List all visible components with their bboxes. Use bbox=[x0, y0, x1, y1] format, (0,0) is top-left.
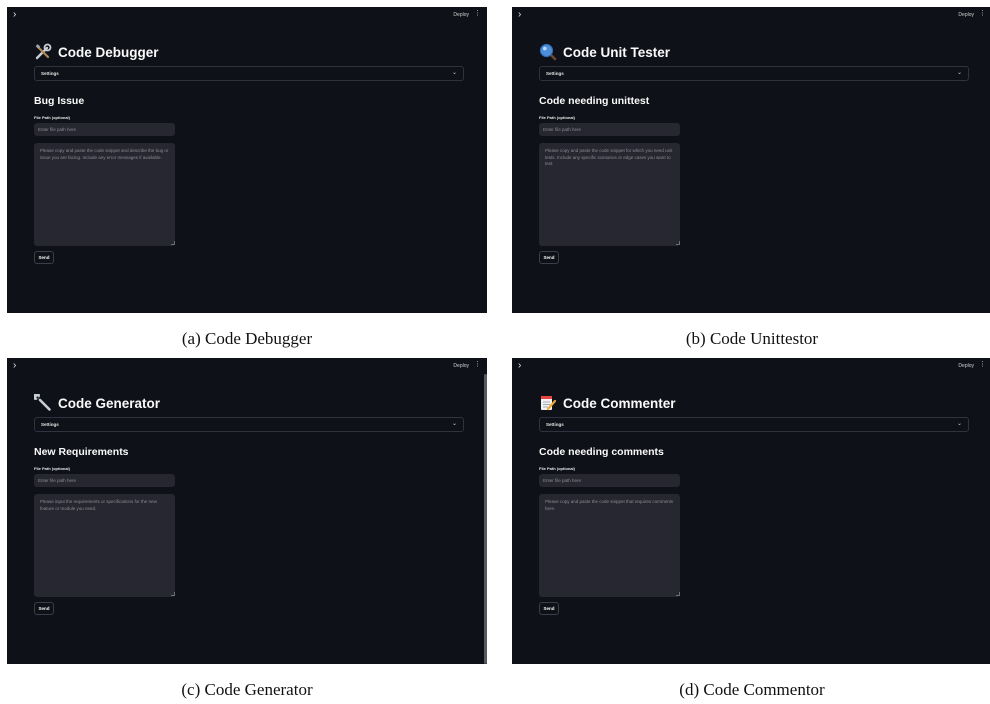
main-menu-icon[interactable]: ⋮ bbox=[474, 361, 481, 369]
page-title: Code Generator bbox=[34, 394, 160, 412]
settings-expander[interactable]: Settings ⌄ bbox=[34, 66, 464, 81]
page-title: Code Commenter bbox=[539, 394, 676, 412]
section-heading: Code needing unittest bbox=[539, 95, 650, 107]
file-path-label: File Path (optional) bbox=[539, 115, 575, 120]
main-menu-icon[interactable]: ⋮ bbox=[979, 10, 986, 18]
resize-handle-icon[interactable] bbox=[171, 241, 175, 245]
tools-icon bbox=[35, 43, 52, 60]
file-path-input[interactable] bbox=[34, 474, 175, 487]
sidebar-toggle-chevron-icon[interactable]: › bbox=[13, 9, 16, 21]
sidebar-toggle-chevron-icon[interactable]: › bbox=[518, 360, 521, 372]
sidebar-toggle-chevron-icon[interactable]: › bbox=[13, 360, 16, 372]
resize-handle-icon[interactable] bbox=[676, 592, 680, 596]
settings-label: Settings bbox=[546, 71, 564, 76]
app-panel-code-generator: › Deploy ⋮ Code Generator Settings ⌄ New… bbox=[7, 358, 487, 664]
page-title-text: Code Commenter bbox=[563, 395, 676, 411]
figure-caption: (c) Code Generator bbox=[181, 680, 313, 699]
send-button[interactable]: Send bbox=[539, 602, 559, 615]
page-title: Code Unit Tester bbox=[539, 43, 670, 61]
section-heading: Bug Issue bbox=[34, 95, 85, 107]
settings-label: Settings bbox=[41, 422, 59, 427]
page-title: Code Debugger bbox=[34, 43, 159, 61]
main-menu-icon[interactable]: ⋮ bbox=[979, 361, 986, 369]
settings-label: Settings bbox=[546, 422, 564, 427]
page-title-text: Code Unit Tester bbox=[563, 44, 671, 60]
file-path-input[interactable] bbox=[539, 474, 680, 487]
code-description-textarea[interactable] bbox=[34, 143, 175, 246]
deploy-button[interactable]: Deploy bbox=[453, 363, 469, 369]
memo-icon bbox=[541, 396, 557, 411]
figure-caption: (b) Code Unittestor bbox=[685, 329, 819, 348]
file-path-input[interactable] bbox=[539, 123, 680, 136]
code-description-textarea[interactable] bbox=[539, 143, 680, 246]
requirements-textarea[interactable] bbox=[34, 494, 175, 597]
magnifier-icon bbox=[539, 43, 557, 61]
deploy-button[interactable]: Deploy bbox=[958, 363, 974, 369]
page-title-text: Code Generator bbox=[58, 395, 161, 411]
chevron-down-icon: ⌄ bbox=[451, 421, 457, 427]
send-button[interactable]: Send bbox=[34, 251, 54, 264]
wrench-icon bbox=[34, 394, 51, 411]
deploy-button[interactable]: Deploy bbox=[958, 12, 974, 18]
sidebar-toggle-chevron-icon[interactable]: › bbox=[518, 9, 521, 21]
figure-caption: (a) Code Debugger bbox=[181, 329, 313, 348]
vertical-scrollbar[interactable] bbox=[484, 374, 487, 664]
app-panel-code-commenter: › Deploy ⋮ Code Commenter Settings ⌄ Cod… bbox=[512, 358, 990, 664]
resize-handle-icon[interactable] bbox=[171, 592, 175, 596]
file-path-label: File Path (optional) bbox=[539, 466, 575, 471]
page-title-text: Code Debugger bbox=[58, 44, 159, 60]
resize-handle-icon[interactable] bbox=[676, 241, 680, 245]
send-button[interactable]: Send bbox=[34, 602, 54, 615]
chevron-down-icon: ⌄ bbox=[956, 421, 962, 427]
chevron-down-icon: ⌄ bbox=[956, 70, 962, 76]
app-panel-code-unit-tester: › Deploy ⋮ Code Unit Tester Settings ⌄ C… bbox=[512, 7, 990, 313]
send-button[interactable]: Send bbox=[539, 251, 559, 264]
main-menu-icon[interactable]: ⋮ bbox=[474, 10, 481, 18]
file-path-label: File Path (optional) bbox=[34, 115, 70, 120]
section-heading: New Requirements bbox=[34, 446, 129, 458]
section-heading: Code needing comments bbox=[539, 446, 664, 458]
chevron-down-icon: ⌄ bbox=[451, 70, 457, 76]
file-path-label: File Path (optional) bbox=[34, 466, 70, 471]
settings-label: Settings bbox=[41, 71, 59, 76]
figure-caption: (d) Code Commentor bbox=[679, 680, 825, 699]
settings-expander[interactable]: Settings ⌄ bbox=[539, 417, 969, 432]
settings-expander[interactable]: Settings ⌄ bbox=[34, 417, 464, 432]
code-snippet-textarea[interactable] bbox=[539, 494, 680, 597]
deploy-button[interactable]: Deploy bbox=[453, 12, 469, 18]
app-panel-code-debugger: › Deploy ⋮ Code Debugger Settings ⌄ Bug … bbox=[7, 7, 487, 313]
file-path-input[interactable] bbox=[34, 123, 175, 136]
settings-expander[interactable]: Settings ⌄ bbox=[539, 66, 969, 81]
